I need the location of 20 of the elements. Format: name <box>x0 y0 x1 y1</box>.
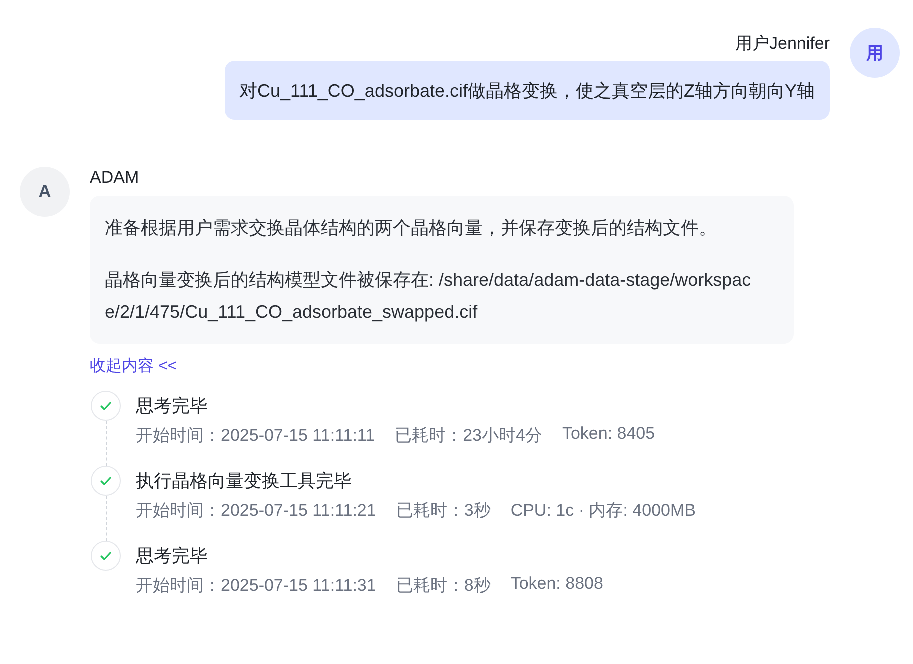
step-detail: 已耗时：8秒 <box>396 575 491 597</box>
step-detail: 开始时间：2025-07-15 11:11:11 <box>136 425 376 447</box>
step-detail: 开始时间：2025-07-15 11:11:31 <box>136 575 376 597</box>
user-avatar: 用 <box>850 28 900 78</box>
collapse-link[interactable]: 收起内容 << <box>90 356 178 377</box>
step-title: 思考完毕 <box>136 545 209 568</box>
step-detail: CPU: 1c · 内存: 4000MB <box>510 500 696 522</box>
user-name: 用户Jennifer <box>736 33 830 55</box>
message-paragraph: 晶格向量变换后的结构模型文件被保存在: /share/data/adam-data-stage/workspace/2/1/475/Cu_111_CO_adsorbate_swapped.cif <box>105 269 752 324</box>
step-detail: 已耗时：23小时4分 <box>395 425 542 447</box>
user-message: 对Cu_111_CO_adsorbate.cif做晶格变换，使之真空层的Z轴方向朝向Y轴 <box>224 61 830 120</box>
step-detail: 开始时间：2025-07-15 11:11:21 <box>136 500 376 522</box>
message-paragraph: 准备根据用户需求交换晶体结构的两个晶格向量，并保存变换后的结构文件。 <box>105 217 718 240</box>
assistant-name: ADAM <box>90 168 140 188</box>
step-detail: Token: 8808 <box>510 574 604 595</box>
assistant-avatar: A <box>20 167 70 217</box>
step-title: 执行晶格向量变换工具完毕 <box>136 470 353 493</box>
step-detail: Token: 8405 <box>562 424 656 445</box>
step-title: 思考完毕 <box>136 395 209 418</box>
step-detail: 已耗时：3秒 <box>396 500 491 522</box>
